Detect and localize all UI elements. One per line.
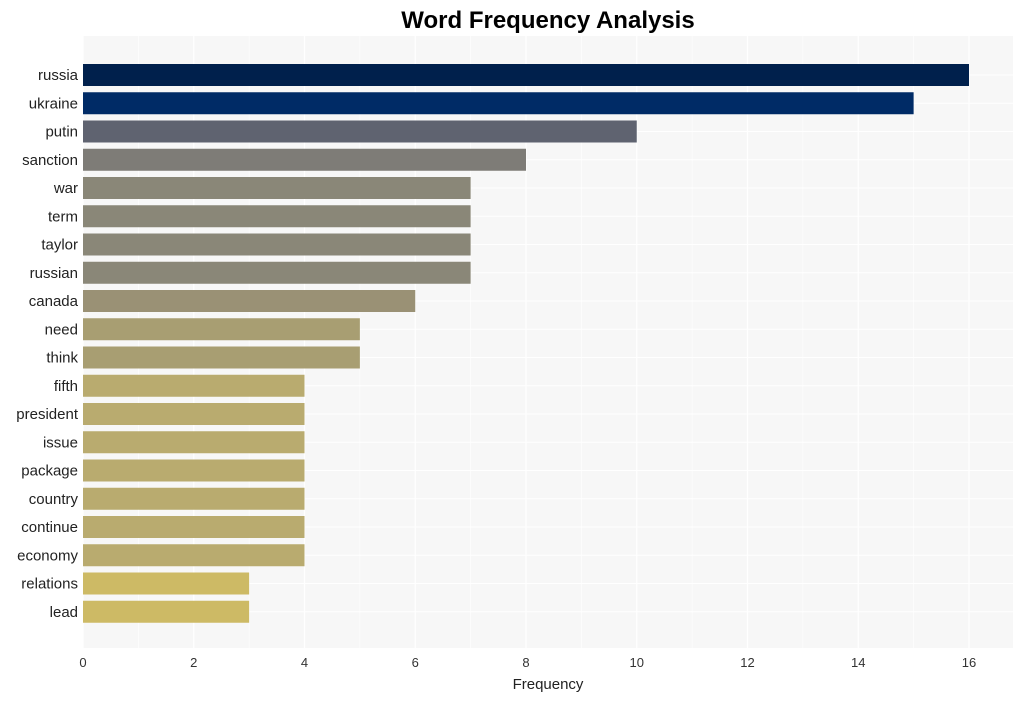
- bar-country: [83, 487, 305, 510]
- bar-continue: [83, 516, 305, 538]
- bar-chart: russia ukraine putin sanction war term taylor r…: [16, 7, 1013, 693]
- bar-need: [83, 318, 360, 341]
- y-tick-label: economy: [17, 547, 78, 564]
- y-tick-label: term: [48, 208, 78, 225]
- x-tick-label: 2: [190, 655, 197, 670]
- chart-title: Word Frequency Analysis: [401, 7, 694, 34]
- bar-think: [83, 346, 360, 369]
- y-tick-label: think: [46, 350, 78, 367]
- x-axis-ticks: 0 2 4 6 8 10 12 14 16: [79, 655, 976, 670]
- y-tick-label: ukraine: [29, 95, 78, 112]
- bar-russia: [83, 64, 969, 86]
- y-tick-label: relations: [21, 576, 78, 593]
- y-tick-label: putin: [45, 124, 78, 141]
- bar-war: [83, 177, 471, 199]
- bar-fifth: [83, 374, 305, 397]
- y-tick-label: issue: [43, 434, 78, 451]
- y-tick-label: war: [53, 180, 78, 197]
- y-axis-labels: russia ukraine putin sanction war term taylor r…: [16, 67, 79, 621]
- x-axis-label: Frequency: [513, 676, 584, 693]
- y-tick-label: package: [21, 463, 78, 480]
- y-tick-label: russian: [30, 265, 78, 282]
- y-tick-label: russia: [38, 67, 79, 84]
- y-tick-label: taylor: [41, 237, 78, 254]
- bar-economy: [83, 544, 305, 567]
- bar-president: [83, 403, 305, 425]
- x-tick-label: 0: [79, 655, 86, 670]
- y-tick-label: need: [45, 321, 78, 338]
- bar-taylor: [83, 233, 471, 256]
- y-tick-label: lead: [50, 604, 78, 621]
- bar-ukraine: [83, 92, 914, 115]
- bar-russian: [83, 261, 471, 284]
- x-tick-label: 12: [740, 655, 754, 670]
- x-tick-label: 4: [301, 655, 308, 670]
- bar-relations: [83, 572, 250, 595]
- bar-lead: [83, 600, 250, 623]
- y-tick-label: president: [16, 406, 79, 423]
- y-tick-label: continue: [21, 519, 78, 536]
- y-tick-label: country: [29, 491, 79, 508]
- x-tick-label: 8: [522, 655, 529, 670]
- bar-putin: [83, 120, 637, 143]
- x-tick-label: 10: [630, 655, 644, 670]
- y-tick-label: canada: [29, 293, 79, 310]
- bar-term: [83, 205, 471, 228]
- bar-sanction: [83, 148, 526, 171]
- bar-canada: [83, 290, 416, 312]
- y-tick-label: sanction: [22, 152, 78, 169]
- bar-package: [83, 459, 305, 482]
- x-tick-label: 16: [962, 655, 976, 670]
- x-tick-label: 14: [851, 655, 865, 670]
- bar-issue: [83, 431, 305, 454]
- y-tick-label: fifth: [54, 378, 78, 395]
- x-tick-label: 6: [412, 655, 419, 670]
